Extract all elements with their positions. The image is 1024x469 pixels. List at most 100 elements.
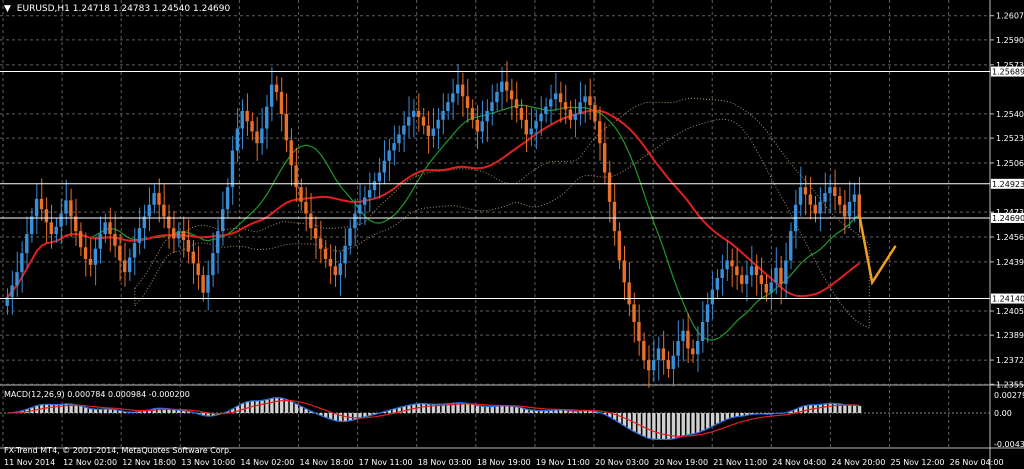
price-chart[interactable]: 1.256891.249231.246901.24140 1.260701.25… [0,0,1024,469]
candle-body [465,96,470,109]
candle [686,313,690,364]
candle [808,176,813,220]
candle [309,193,313,240]
candle-body [323,248,328,259]
candle [475,105,480,150]
candle-body [157,193,161,205]
candle [78,222,83,257]
candle [573,99,577,138]
candle-body [220,209,225,232]
candle-body [265,106,269,129]
candle-body [749,266,754,276]
candle-body [137,228,142,243]
cloud-band [134,97,870,329]
candle [338,251,342,296]
candle [744,260,749,302]
candle-body [808,194,813,205]
candle-body [534,121,538,129]
candle [558,81,563,123]
candle [162,184,166,229]
candle-body [367,190,372,198]
candle-body [744,275,749,284]
candle [113,213,117,258]
x-tick-label: 18 Nov 19:00 [477,458,531,467]
candle-body [377,172,382,182]
candle [216,219,220,274]
candle-body [583,96,587,103]
candle-body [480,121,484,132]
candle-body [441,110,445,120]
candle-body [774,267,778,283]
candle-body [725,260,729,270]
candle-body [181,231,186,240]
y-tick-label: 1.24560 [996,233,1024,242]
candle-body [392,143,396,151]
candle [779,256,783,305]
candle [333,245,338,287]
chart-window[interactable]: 1.256891.249231.246901.24140 1.260701.25… [0,0,1024,469]
candle-body [372,181,377,191]
candle-body [612,201,617,232]
candle-body [240,110,244,129]
candle-body [549,99,553,107]
candle-body [789,231,793,261]
candle-body [500,81,504,92]
candle-body [671,355,675,369]
candle [426,110,431,154]
candle [505,61,509,103]
candle [441,93,445,135]
candle [715,269,719,299]
candle-body [103,222,107,235]
candle-body [676,341,680,356]
candle-body [49,222,53,235]
candle [382,140,386,185]
candle [490,84,494,126]
x-tick-label: 13 Nov 10:00 [181,458,235,467]
candle-body [828,187,832,194]
candle [544,97,548,123]
candle [64,179,68,226]
candle-body [362,197,367,205]
candle-body [784,260,788,284]
candle-body [857,194,861,218]
candle-body [407,116,411,126]
candle-body [127,257,132,273]
candle-body [343,245,347,264]
candle [69,188,73,237]
candle-body [318,238,323,249]
candle-body [284,113,289,141]
candle-body [460,84,465,97]
candle [39,178,44,221]
candle-body [64,200,68,214]
candle-body [191,251,195,264]
candle [495,83,499,111]
candle-body [132,242,137,258]
candle [250,112,254,141]
candle [651,339,656,383]
candle-body [250,121,254,132]
candle [847,181,852,229]
macd-label: MACD(12,26,9) 0.000784 0.000984 -0.00020… [4,390,190,399]
candle-body [69,200,73,217]
candle [211,232,215,287]
candle-body [98,234,102,249]
candle [314,216,318,259]
candle [328,244,333,284]
x-tick-label: 14 Nov 18:00 [300,458,354,467]
candle [397,125,401,153]
candle-body [578,102,582,114]
candle [235,108,240,163]
candle-body [558,93,563,103]
candle-body [470,108,475,120]
x-tick-label: 14 Nov 02:00 [240,458,294,467]
candle-body [637,321,641,342]
candle [44,197,49,243]
candle-body [39,198,44,210]
candle [284,93,289,153]
candle-body [260,128,264,144]
candle-body [78,231,83,248]
candle [372,172,377,199]
candle [265,94,269,150]
candle [789,222,793,270]
candle-body [152,193,156,205]
